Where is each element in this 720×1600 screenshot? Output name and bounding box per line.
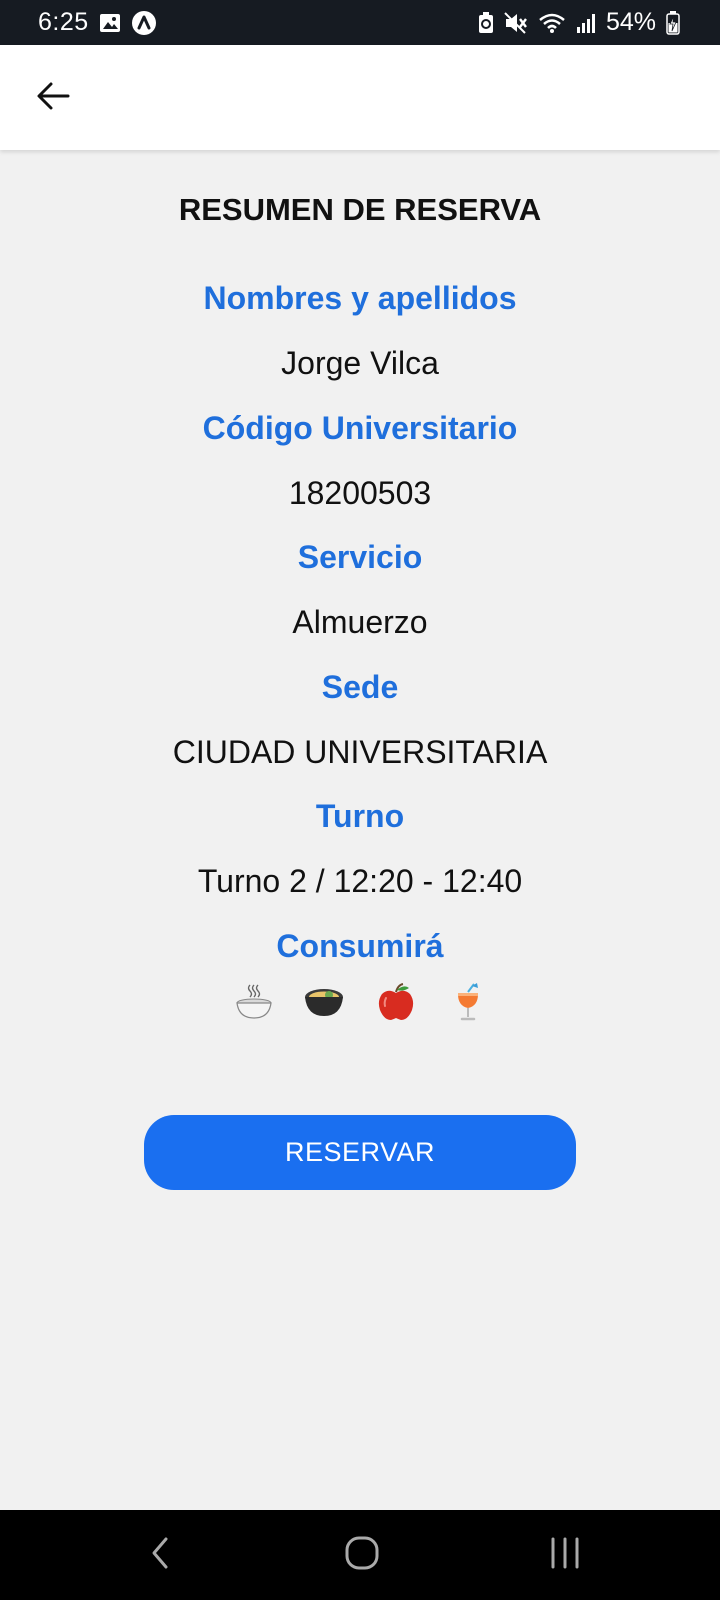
system-nav-bar — [0, 1510, 720, 1600]
field-label-code: Código Universitario — [202, 410, 518, 446]
nav-home-icon — [344, 1535, 380, 1576]
nav-recents-button[interactable] — [535, 1530, 595, 1580]
field-value-code: 18200503 — [288, 475, 432, 511]
battery-percent: 54% — [605, 8, 656, 36]
hot-soup-bowl-icon — [232, 980, 276, 1024]
field-label-shift: Turno — [315, 798, 405, 834]
status-left: 6:25 — [38, 8, 157, 37]
nav-back-icon — [148, 1535, 172, 1576]
page-title: RESUMEN DE RESERVA — [178, 192, 542, 227]
nav-back-button[interactable] — [130, 1530, 190, 1580]
field-label-name: Nombres y apellidos — [203, 280, 517, 316]
status-time: 6:25 — [38, 8, 89, 36]
drink-icon — [446, 980, 490, 1024]
field-label-service: Servicio — [297, 539, 423, 575]
nav-home-button[interactable] — [332, 1530, 392, 1580]
back-button[interactable] — [30, 75, 76, 121]
status-right: 54% — [478, 8, 680, 37]
field-value-campus: CIUDAD UNIVERSITARIA — [172, 734, 548, 770]
reserve-button[interactable]: RESERVAR — [144, 1115, 576, 1190]
app-notification-icon — [131, 10, 157, 36]
field-label-campus: Sede — [321, 669, 399, 705]
battery-saver-icon — [478, 11, 494, 34]
consume-icons — [0, 980, 720, 1024]
main-dish-bowl-icon — [302, 980, 346, 1024]
arrow-left-icon — [36, 81, 70, 116]
apple-icon — [374, 980, 418, 1024]
field-value-shift: Turno 2 / 12:20 - 12:40 — [197, 863, 523, 899]
signal-icon — [576, 13, 596, 33]
app-bar — [0, 45, 720, 150]
field-value-name: Jorge Vilca — [281, 345, 439, 381]
status-bar: 6:25 54% — [0, 0, 720, 45]
consume-label: Consumirá — [276, 928, 444, 964]
wifi-icon — [538, 12, 566, 34]
mute-icon — [504, 11, 528, 34]
image-icon — [99, 13, 121, 33]
battery-charging-icon — [666, 10, 680, 35]
field-value-service: Almuerzo — [292, 604, 428, 640]
nav-recents-icon — [549, 1536, 581, 1575]
